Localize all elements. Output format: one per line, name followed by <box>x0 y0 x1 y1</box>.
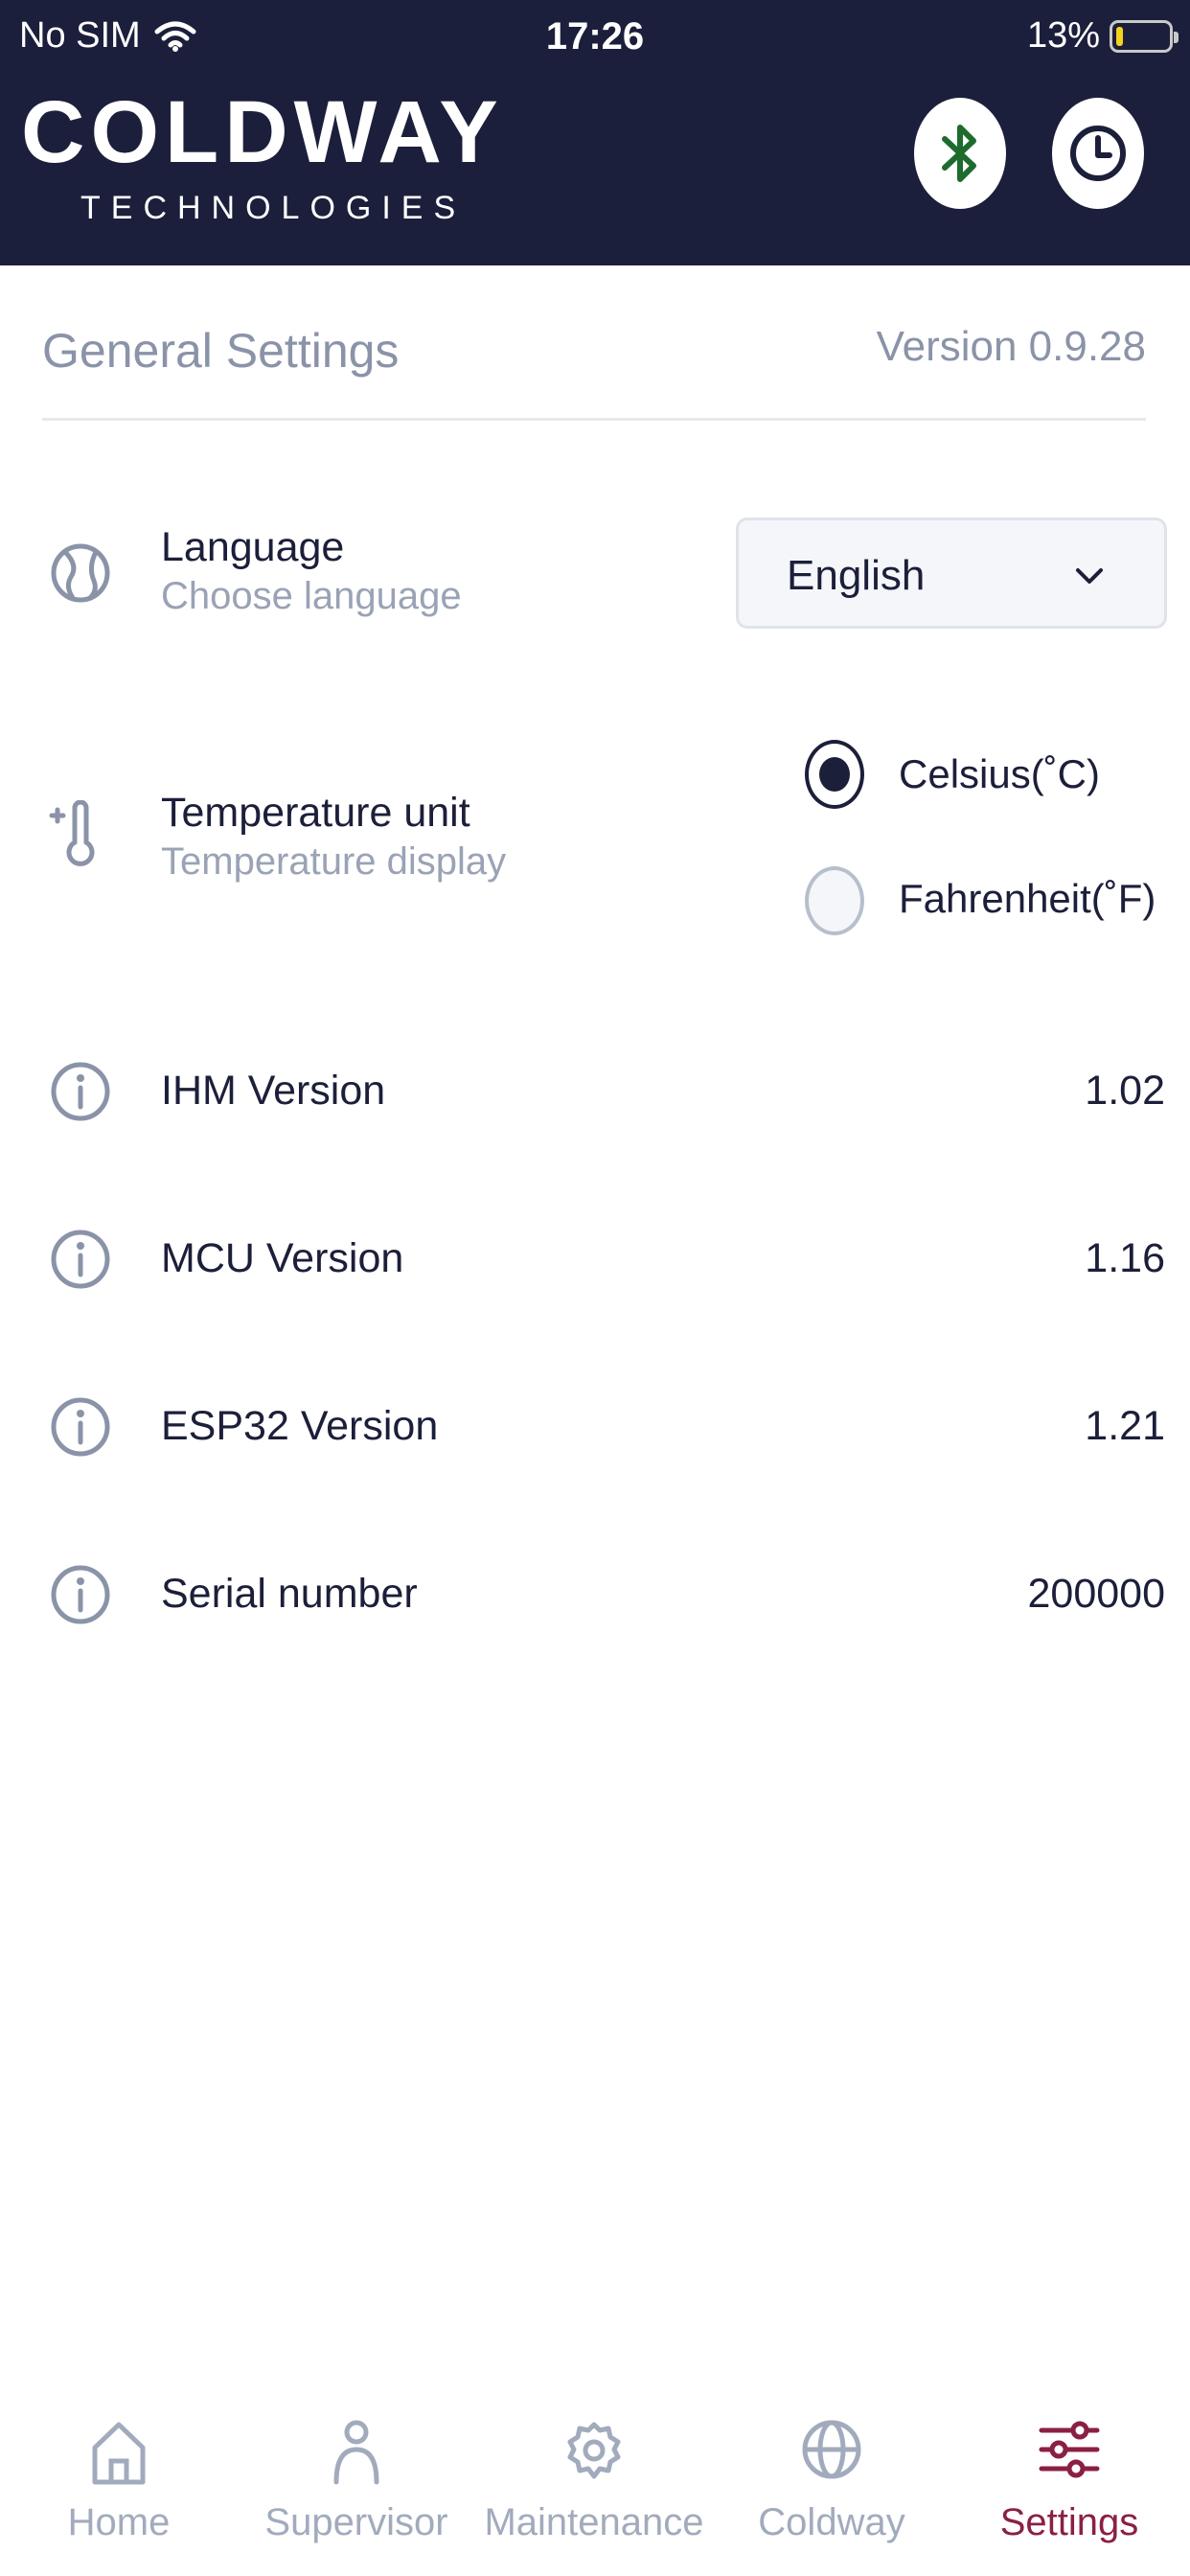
mcu-version-value: 1.16 <box>1085 1235 1165 1281</box>
language-subtitle: Choose language <box>161 575 462 617</box>
brand-subtitle: TECHNOLOGIES <box>80 190 467 226</box>
tab-coldway[interactable]: Coldway <box>713 2377 950 2576</box>
tab-coldway-label: Coldway <box>758 2501 905 2543</box>
tab-home-label: Home <box>67 2501 171 2543</box>
section-header: General Settings Version 0.9.28 <box>42 323 1146 421</box>
serial-number-value: 200000 <box>1027 1571 1166 1617</box>
esp32-version-label: ESP32 Version <box>161 1403 439 1449</box>
celsius-label[interactable]: Celsius(˚C) <box>899 751 1100 797</box>
tab-supervisor-label: Supervisor <box>264 2501 448 2543</box>
status-time: 17:26 <box>545 15 645 58</box>
home-icon <box>92 2422 146 2485</box>
mcu-version-label: MCU Version <box>161 1235 404 1281</box>
temperature-subtitle: Temperature display <box>161 840 507 883</box>
status-bar: No SIM 17:26 13% <box>0 0 1190 77</box>
language-select[interactable]: English <box>736 518 1167 629</box>
language-title: Language <box>161 524 345 570</box>
brand-logo: COLDWAY TECHNOLOGIES <box>21 83 504 227</box>
person-icon <box>333 2420 379 2485</box>
tab-settings[interactable]: Settings <box>950 2377 1188 2576</box>
battery-icon <box>1110 19 1179 53</box>
tab-home[interactable]: Home <box>0 2377 238 2576</box>
battery-percent: 13% <box>1026 15 1100 56</box>
tab-settings-label: Settings <box>999 2501 1139 2543</box>
tab-maintenance[interactable]: Maintenance <box>475 2377 713 2576</box>
ihm-version-value: 1.02 <box>1085 1068 1165 1114</box>
app-header: No SIM 17:26 13% COLDWAY TECHNOLOGIES <box>0 0 1190 265</box>
info-icon <box>51 1397 110 1457</box>
info-icon <box>51 1062 110 1121</box>
fahrenheit-radio[interactable] <box>805 866 864 935</box>
chevron-down-icon <box>1076 568 1103 584</box>
info-icon <box>51 1565 110 1624</box>
esp32-version-value: 1.21 <box>1085 1403 1165 1449</box>
globe-icon <box>802 2420 861 2479</box>
radio-dot <box>819 757 850 792</box>
bluetooth-icon <box>942 125 976 182</box>
bottom-tab-bar: Home Supervisor Maintenance Coldway Sett… <box>0 2377 1190 2576</box>
brand-name: COLDWAY <box>21 83 504 181</box>
ihm-version-label: IHM Version <box>161 1068 386 1114</box>
language-value: English <box>787 552 926 599</box>
app-version: Version 0.9.28 <box>876 323 1146 370</box>
history-button[interactable] <box>1052 98 1144 209</box>
temperature-title: Temperature unit <box>161 790 470 836</box>
battery-fill <box>1116 26 1123 46</box>
clock-icon <box>1070 126 1126 181</box>
sliders-icon <box>1039 2421 1100 2478</box>
thermometer-icon <box>49 800 95 866</box>
page-title: General Settings <box>42 324 400 378</box>
info-icon <box>51 1230 110 1289</box>
tab-maintenance-label: Maintenance <box>484 2501 704 2543</box>
bluetooth-button[interactable] <box>914 98 1006 209</box>
celsius-radio[interactable] <box>805 740 864 809</box>
gear-icon <box>567 2422 621 2479</box>
globe-language-icon <box>51 543 110 603</box>
fahrenheit-label[interactable]: Fahrenheit(˚F) <box>899 876 1156 922</box>
serial-number-label: Serial number <box>161 1571 418 1617</box>
status-right: 13% <box>1026 15 1179 57</box>
tab-supervisor[interactable]: Supervisor <box>238 2377 475 2576</box>
